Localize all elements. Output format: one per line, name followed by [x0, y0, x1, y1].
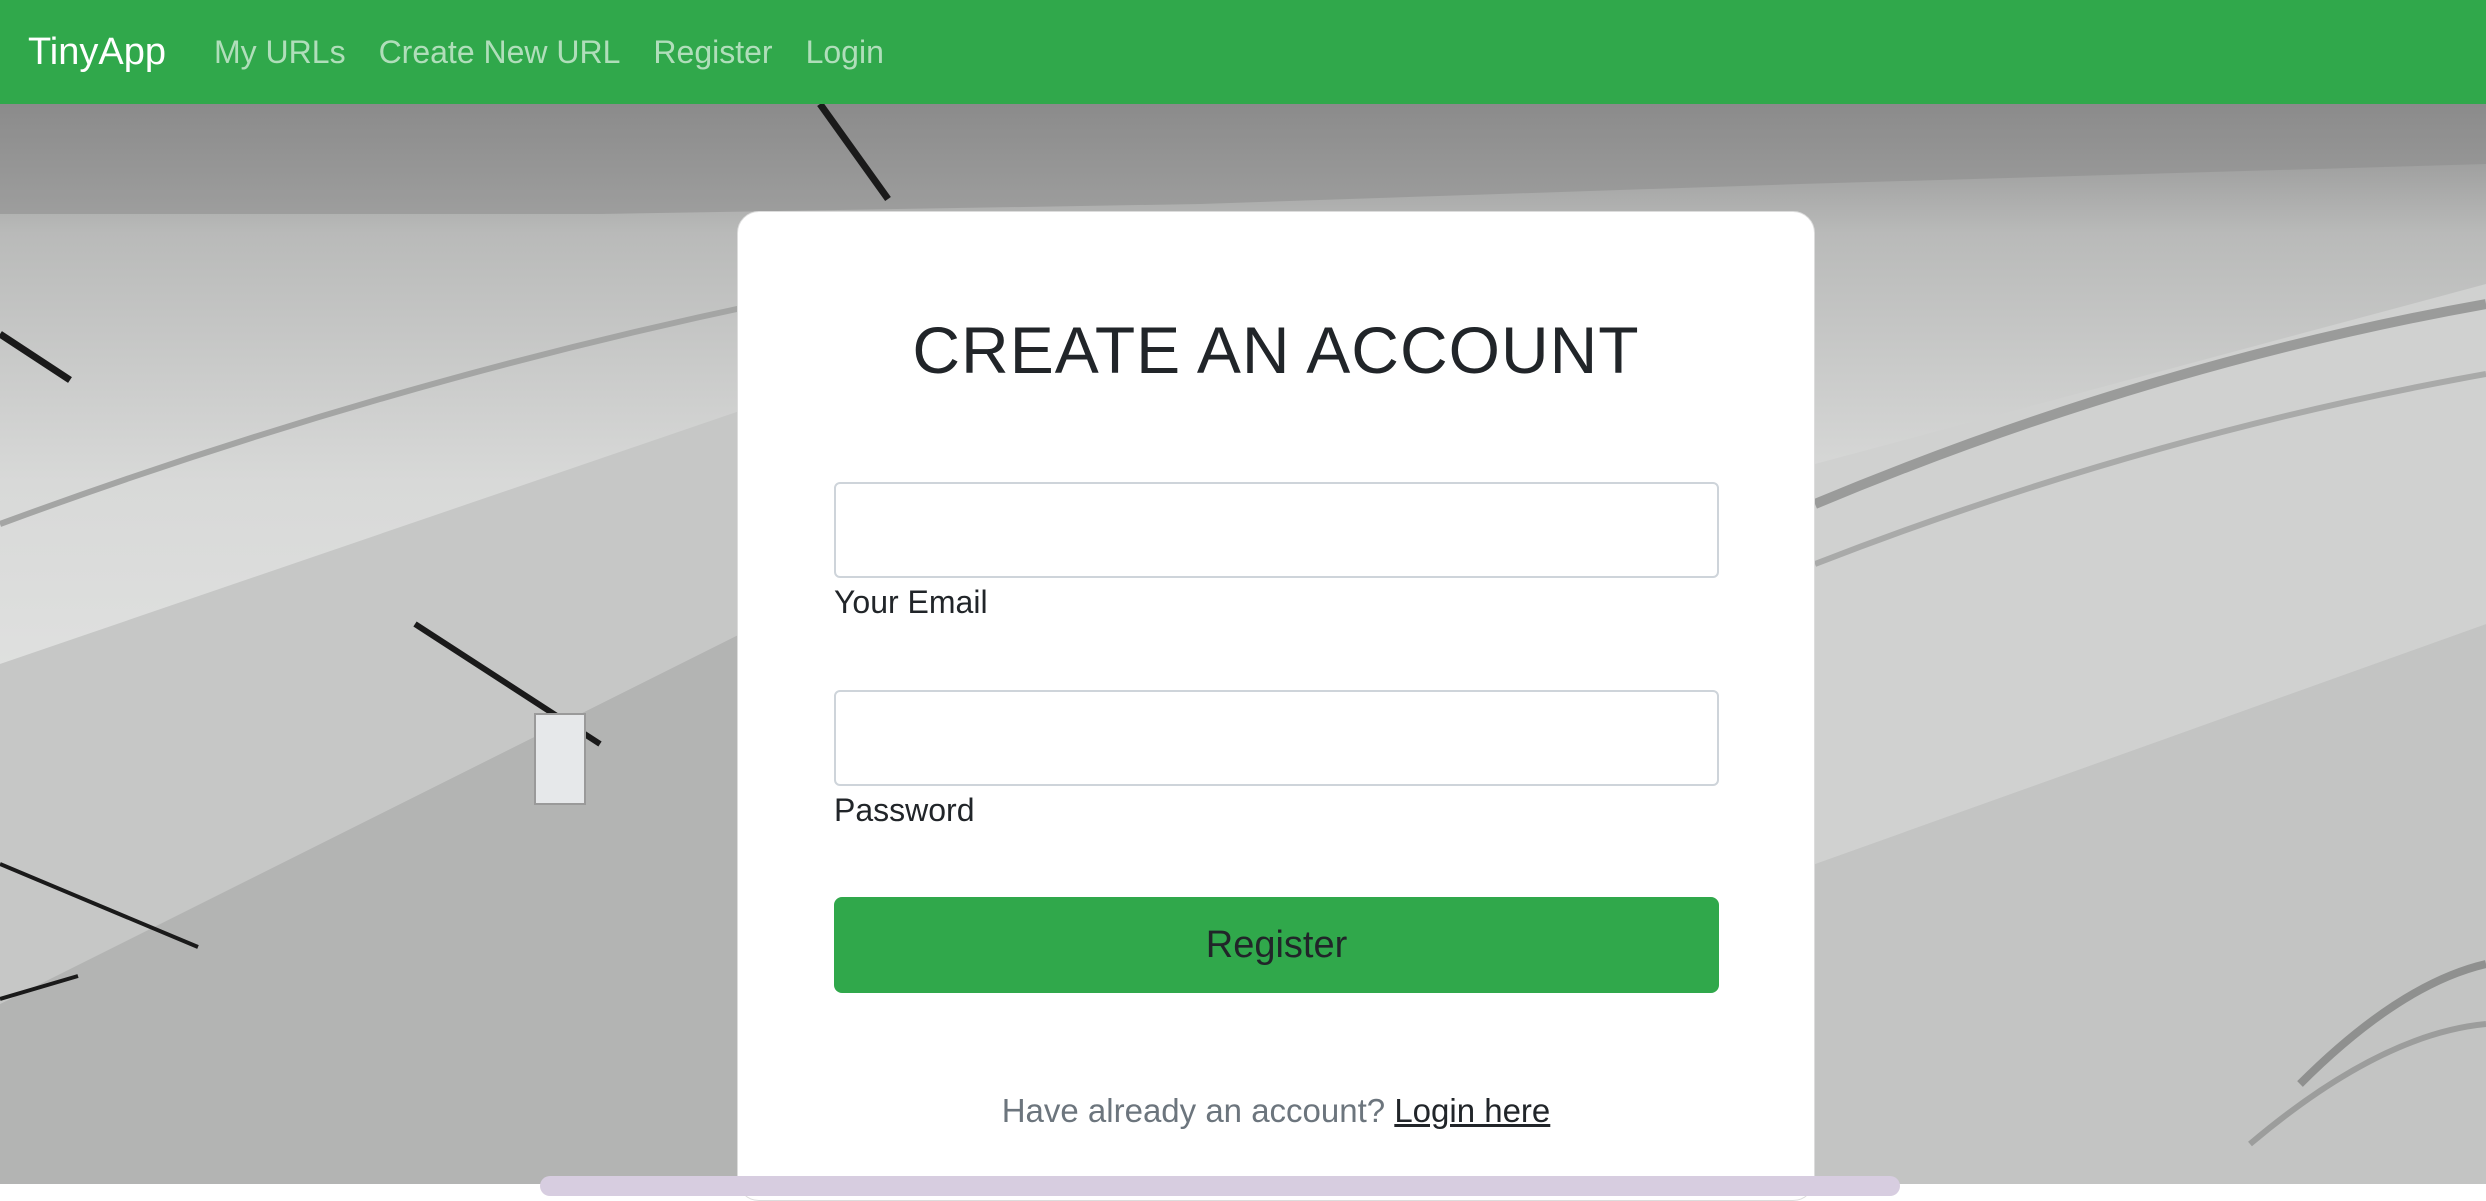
email-label: Your Email	[834, 584, 988, 620]
login-here-link[interactable]: Login here	[1394, 1092, 1550, 1129]
nav-register[interactable]: Register	[653, 34, 772, 71]
bottom-overlay-bar	[540, 1176, 1900, 1196]
nav-my-urls[interactable]: My URLs	[214, 34, 346, 71]
register-button[interactable]: Register	[834, 897, 1719, 993]
login-prompt: Have already an account? Login here	[738, 1092, 1814, 1130]
brand-link[interactable]: TinyApp	[28, 31, 166, 74]
email-field[interactable]	[834, 482, 1719, 578]
page-title: CREATE AN ACCOUNT	[912, 313, 1640, 387]
password-label: Password	[834, 792, 975, 828]
nav-create-new-url[interactable]: Create New URL	[379, 34, 621, 71]
password-field[interactable]	[834, 690, 1719, 786]
top-navbar: TinyApp My URLs Create New URL Register …	[0, 0, 2486, 104]
register-card: CREATE AN ACCOUNT Your Email Password Re…	[737, 211, 1815, 1201]
login-prompt-text: Have already an account?	[1001, 1092, 1386, 1129]
nav-login[interactable]: Login	[806, 34, 884, 71]
